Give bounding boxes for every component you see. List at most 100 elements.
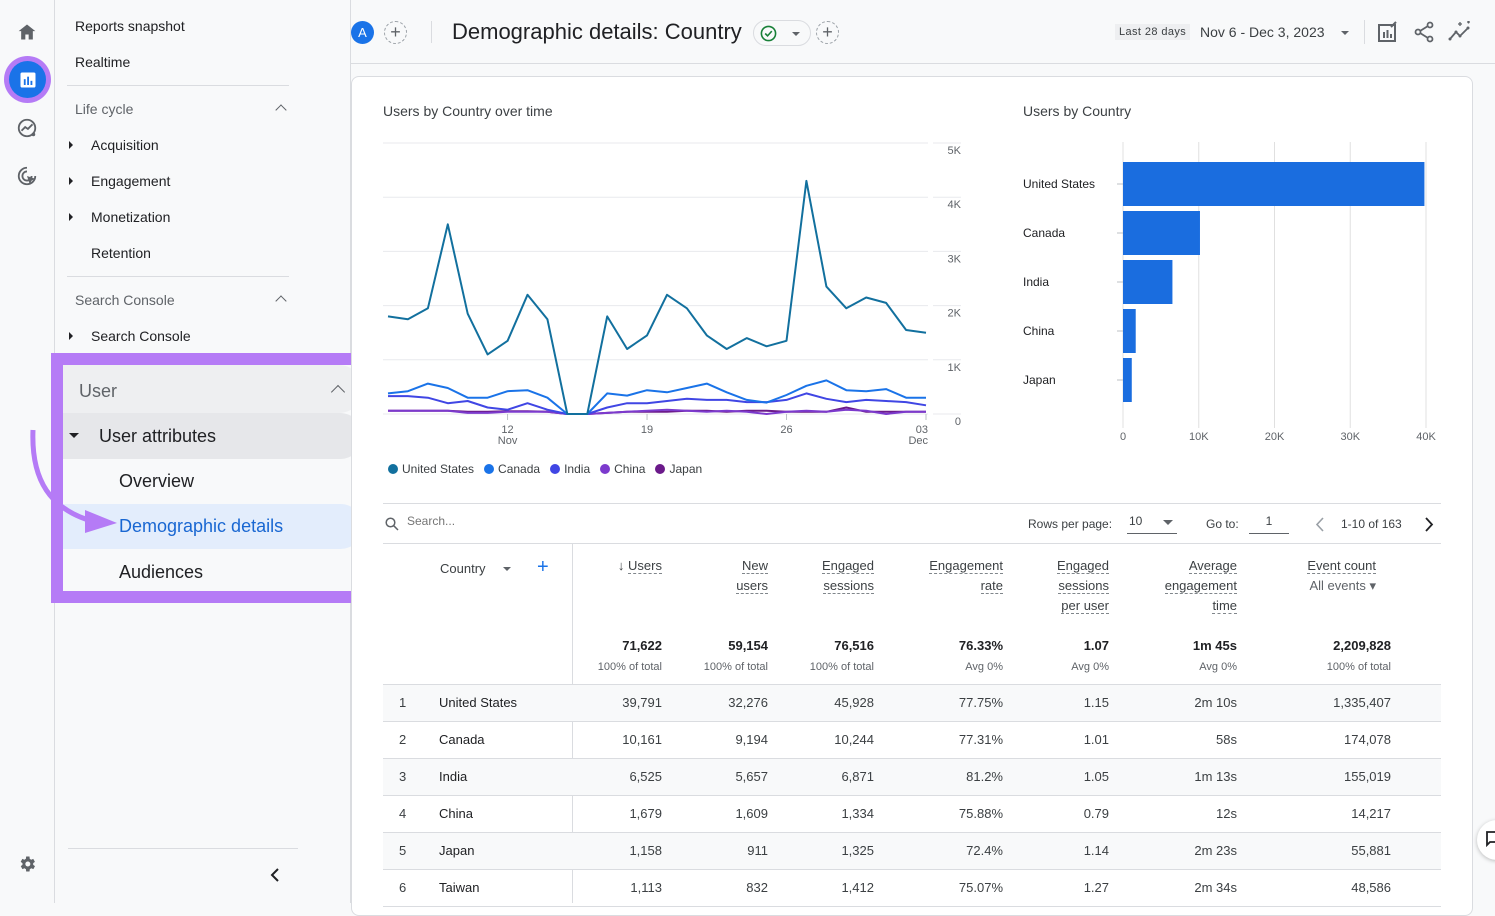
row-country[interactable]: United States [439,695,517,710]
nav-realtime[interactable]: Realtime [75,54,130,70]
legend-item[interactable]: United States [388,462,474,476]
caret-down-icon [1163,520,1173,525]
prev-page-icon[interactable] [1315,517,1325,532]
row-value: 48,586 [1351,880,1391,895]
nav-reports-snapshot[interactable]: Reports snapshot [75,18,185,34]
column-header[interactable]: Event count All events ▾ [1226,556,1376,596]
table-toolbar: Rows per page: 10 Go to: 1 1-10 of 163 [383,503,1441,544]
report-status-button[interactable] [753,20,811,46]
section-search-console[interactable]: Search Console [75,292,175,308]
category-label: Japan [1023,373,1056,387]
row-country[interactable]: India [439,769,467,784]
row-rank: 3 [399,769,407,784]
add-comparison-icon[interactable]: + [384,21,407,44]
table-row[interactable]: 2 Canada 10,161 9,194 10,244 77.31% 1.01 58s 174… [383,722,1441,759]
nav-engagement[interactable]: Engagement [91,173,170,189]
nav-monetization[interactable]: Monetization [91,209,170,225]
dimension-dropdown-icon[interactable] [503,567,511,571]
table-search-input[interactable] [407,514,707,528]
event-selector[interactable]: All events ▾ [1226,576,1377,596]
advertising-icon[interactable] [13,162,41,190]
customize-report-icon[interactable] [1377,21,1399,43]
row-value: 1.27 [1083,880,1109,895]
settings-icon[interactable] [13,850,41,878]
chevron-up-icon[interactable] [275,295,287,307]
date-range[interactable]: Nov 6 - Dec 3, 2023 [1200,24,1325,40]
series-line-united-states[interactable] [387,179,927,415]
column-header[interactable]: Engaged sessions [724,556,874,596]
report-header: A + Demographic details: Country + Last … [351,0,1495,64]
dimension-header[interactable]: Country [440,561,486,576]
collapse-nav-icon[interactable] [269,868,281,887]
row-rank: 4 [399,806,407,821]
row-value: 6,871 [841,769,874,784]
nav-audiences[interactable]: Audiences [119,562,203,583]
row-country[interactable]: Taiwan [439,880,479,895]
table-row[interactable]: 3 India 6,525 5,657 6,871 81.2% 1.05 1m 13s 155,… [383,759,1441,796]
y-tick-label: 5K [948,145,962,157]
table-row[interactable]: 6 Taiwan 1,113 832 1,412 75.07% 1.27 2m 34s 48,5… [383,870,1441,907]
nav-demographic-details[interactable]: Demographic details [119,516,283,537]
section-lifecycle[interactable]: Life cycle [75,101,133,117]
rows-per-page-value: 10 [1129,514,1143,528]
x-tick-label: 20K [1265,431,1285,443]
legend-item[interactable]: China [600,462,645,476]
x-tick-label: 30K [1340,431,1360,443]
add-filter-icon[interactable]: + [816,21,839,44]
row-value: 1,158 [629,843,662,858]
total-subtext: Avg 0% [965,661,1003,673]
column-header-label: time [1212,598,1237,614]
section-user: User [79,381,118,401]
y-tick-label: 1K [948,362,962,374]
total-value: 59,154 [728,638,768,653]
row-value: 1.15 [1083,695,1109,710]
bar-japan[interactable] [1123,358,1132,402]
chevron-up-icon[interactable] [275,104,287,116]
bar-united-states[interactable] [1123,162,1425,206]
legend-item[interactable]: Japan [655,462,702,476]
total-value: 1.07 [1083,638,1109,653]
home-icon[interactable] [13,18,41,46]
total-subtext: 100% of total [1326,661,1391,673]
share-icon[interactable] [1413,21,1435,43]
next-page-icon[interactable] [1424,517,1434,532]
reports-icon[interactable] [4,56,51,103]
explore-icon[interactable] [13,114,41,142]
goto-input[interactable]: 1 [1249,514,1289,534]
row-country[interactable]: China [439,806,473,821]
table-row[interactable]: 4 China 1,679 1,609 1,334 75.88% 0.79 12s 14,217 [383,796,1441,833]
row-value: 1m 13s [1194,769,1237,784]
bar-canada[interactable] [1123,211,1200,255]
nav-overview[interactable]: Overview [119,471,194,492]
bar-china[interactable] [1123,309,1136,353]
line-chart-legend: United States Canada India China Japan [388,462,702,476]
comparison-avatar[interactable]: A [351,21,374,44]
date-dropdown-icon[interactable] [1341,31,1349,35]
row-value: 2m 10s [1194,695,1237,710]
feedback-button[interactable] [1477,820,1495,860]
column-header-label: Event count [1307,558,1376,574]
x-tick-label: 19 [641,424,653,436]
nav-acquisition[interactable]: Acquisition [91,137,159,153]
annotation-arrow-icon [30,429,117,533]
legend-item[interactable]: India [550,462,590,476]
row-country[interactable]: Canada [439,732,485,747]
insights-icon[interactable] [1448,21,1472,43]
row-value: 81.2% [966,769,1003,784]
row-country[interactable]: Japan [439,843,474,858]
legend-item[interactable]: Canada [484,462,540,476]
nav-retention[interactable]: Retention [91,245,151,261]
bar-india[interactable] [1123,260,1173,304]
table-row[interactable]: 5 Japan 1,158 911 1,325 72.4% 1.14 2m 23s 55,881 [383,833,1441,870]
caret-down-icon [792,32,800,36]
rows-per-page-select[interactable]: 10 [1127,514,1177,534]
row-value: 1,679 [629,806,662,821]
total-value: 2,209,828 [1333,638,1391,653]
x-tick-sublabel: Dec [908,435,928,447]
row-value: 58s [1216,732,1237,747]
column-header[interactable]: Average engagement time [1087,556,1237,616]
table-row[interactable]: 1 United States 39,791 32,276 45,928 77.75% 1.… [383,685,1441,722]
row-value: 6,525 [629,769,662,784]
nav-search-console[interactable]: Search Console [91,328,191,344]
goto-label: Go to: [1206,517,1239,531]
